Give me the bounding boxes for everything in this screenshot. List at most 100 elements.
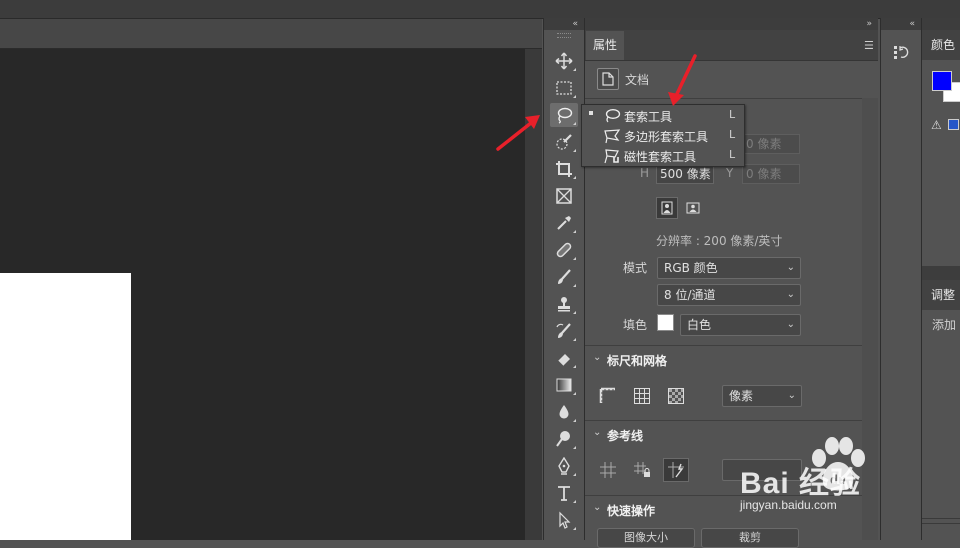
portrait-orientation-button[interactable] [656, 197, 678, 219]
watermark-brand: Bai 经验 [740, 467, 862, 500]
units-value: 像素 [729, 389, 754, 403]
healing-tool-button[interactable] [550, 238, 578, 262]
fill-swatch[interactable] [657, 314, 674, 331]
units-select[interactable]: 像素 ⌄ [722, 385, 802, 407]
flyout-item-magnetic-lasso[interactable]: 磁性套索工具 L [582, 146, 742, 165]
stamp-tool-button[interactable] [550, 292, 578, 316]
rulers-toggle-button[interactable] [597, 385, 619, 407]
document-label: 文档 [625, 73, 650, 87]
frame-tool-button[interactable] [550, 184, 578, 208]
mode-value: RGB 颜色 [664, 261, 718, 275]
flyout-item-label: 套索工具 [624, 110, 673, 124]
flyout-item-label: 磁性套索工具 [624, 150, 697, 164]
move-tool-button[interactable] [550, 49, 578, 73]
chevron-down-icon: ⌄ [787, 390, 796, 401]
flyout-item-label: 多边形套索工具 [624, 130, 709, 144]
strip-collapse-button[interactable]: « [881, 18, 921, 30]
document-icon [597, 68, 619, 90]
tab-color[interactable]: 颜色 [922, 30, 960, 60]
history-brush-tool-button[interactable] [550, 319, 578, 343]
gradient-tool-button[interactable] [550, 373, 578, 397]
crop-button[interactable]: 裁剪 [701, 528, 799, 548]
crop-tool-button[interactable] [550, 157, 578, 181]
eraser-tool-button[interactable] [550, 346, 578, 370]
divider [585, 98, 862, 99]
smart-guides-button[interactable] [663, 458, 689, 482]
fill-value: 白色 [687, 318, 712, 332]
history-brush-icon [556, 323, 571, 338]
properties-collapse-button[interactable]: » [585, 18, 878, 30]
path-select-icon [559, 511, 571, 529]
eyedropper-icon [557, 216, 571, 230]
mode-label: 模式 [623, 261, 648, 275]
quick-actions-title: 快速操作 [607, 504, 656, 518]
chevron-down-icon: ⌄ [786, 262, 795, 273]
lock-guides-icon [634, 462, 650, 477]
clone-stamp-icon [558, 297, 570, 312]
history-panel-button[interactable] [892, 43, 910, 63]
bit-depth-select[interactable]: 8 位/通道 ⌄ [657, 284, 801, 306]
chevron-down-icon: ⌄ [593, 427, 602, 438]
pen-tool-button[interactable] [550, 454, 578, 478]
resolution-text: 分辨率 : 200 像素/英寸 [656, 234, 783, 248]
h-label: H [640, 166, 650, 180]
brush-icon [558, 269, 571, 284]
lasso-tools-flyout: 套索工具 L 多边形套索工具 L 磁性套索工具 L [581, 104, 745, 167]
portrait-icon [661, 201, 673, 215]
gamut-color-swatch[interactable] [948, 119, 959, 130]
document-canvas[interactable] [0, 273, 131, 540]
type-tool-button[interactable] [550, 481, 578, 505]
image-size-button[interactable]: 图像大小 [597, 528, 695, 548]
blur-tool-button[interactable] [550, 400, 578, 424]
quick-select-icon [556, 134, 572, 150]
mode-select[interactable]: RGB 颜色 ⌄ [657, 257, 801, 279]
checker-icon [668, 388, 684, 404]
guides-icon [600, 462, 616, 478]
toolbar-collapse-button[interactable]: « [544, 18, 584, 30]
flyout-item-shortcut: L [729, 128, 736, 141]
marquee-tool-button[interactable] [550, 76, 578, 100]
crop-icon [556, 161, 572, 177]
tab-adjustments[interactable]: 调整 [922, 280, 960, 310]
grid-icon [634, 388, 650, 404]
fill-select[interactable]: 白色 ⌄ [680, 314, 801, 336]
lock-guides-button[interactable] [631, 459, 653, 481]
flyout-item-polygonal-lasso[interactable]: 多边形套索工具 L [582, 126, 742, 145]
properties-tab-bar: 属性 ☰ [585, 30, 878, 61]
panel-menu-icon[interactable]: ☰ [864, 39, 874, 52]
y-field[interactable]: 0 像素 [742, 164, 800, 184]
bit-depth-value: 8 位/通道 [664, 288, 716, 302]
foreground-color-swatch[interactable] [932, 71, 952, 91]
chevron-down-icon: ⌄ [786, 289, 795, 300]
eyedropper-tool-button[interactable] [550, 211, 578, 235]
landscape-orientation-button[interactable] [682, 197, 704, 219]
flyout-item-shortcut: L [729, 148, 736, 161]
guides-toggle-button[interactable] [597, 459, 619, 481]
x-field[interactable]: 0 像素 [742, 134, 800, 154]
frame-icon [556, 188, 572, 204]
annotation-arrow-toolbar [496, 115, 540, 151]
annotation-arrow-flyout [668, 54, 697, 106]
y-label: Y [726, 166, 734, 180]
toolbar-grip[interactable] [557, 33, 571, 38]
smart-guides-icon [668, 462, 684, 478]
transparency-grid-button[interactable] [665, 385, 687, 407]
adjustments-add-label: 添加 [932, 318, 957, 332]
dodge-icon [556, 431, 570, 447]
chevron-down-icon: ⌄ [593, 502, 602, 513]
blur-icon [559, 405, 569, 419]
path-select-tool-button[interactable] [550, 508, 578, 532]
rulers-grid-section-header[interactable]: ⌄ 标尺和网格 [585, 345, 862, 374]
selected-bullet-icon [589, 111, 593, 115]
gamut-warning-icon[interactable]: ⚠ [931, 118, 942, 132]
move-icon [555, 52, 573, 70]
height-field[interactable]: 500 像素 [656, 164, 714, 184]
tab-properties[interactable]: 属性 [586, 31, 624, 60]
grid-toggle-button[interactable] [631, 385, 653, 407]
brush-tool-button[interactable] [550, 265, 578, 289]
dodge-tool-button[interactable] [550, 427, 578, 451]
right-panel-header [922, 18, 960, 30]
lasso-icon [605, 109, 621, 123]
lasso-tool-button[interactable] [550, 103, 578, 127]
quick-select-tool-button[interactable] [550, 130, 578, 154]
